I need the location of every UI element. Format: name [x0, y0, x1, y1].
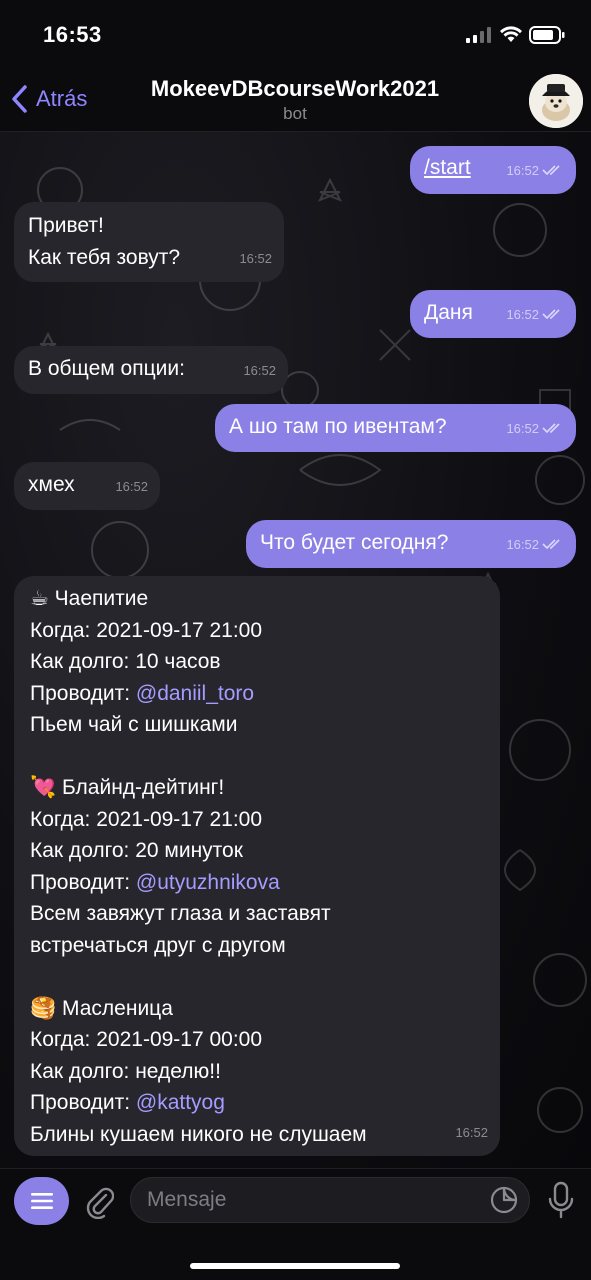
event-duration: Как долго: 10 часов	[30, 650, 221, 673]
event-duration: Как долго: неделю!!	[30, 1059, 221, 1083]
message-text: А шо там по ивентам?	[229, 415, 447, 438]
message-time: 16:52	[239, 250, 272, 266]
chat-header: Atrás MokeevDBcourseWork2021 bot	[0, 70, 591, 132]
chevron-left-icon	[12, 85, 27, 113]
paperclip-icon[interactable]	[84, 1183, 114, 1219]
back-label: Atrás	[36, 86, 88, 111]
double-check-icon	[542, 423, 560, 434]
events-list: ☕ Чаепитие Когда: 2021-09-17 21:00 Как д…	[30, 583, 490, 1150]
event-host-label: Проводит:	[30, 870, 136, 894]
message-bubble-out[interactable]: Что будет сегодня? 16:52	[246, 520, 576, 568]
event-when: Когда: 2021-09-17 21:00	[30, 807, 263, 831]
pancakes-icon: 🥞	[30, 996, 57, 1020]
status-bar: 16:53	[0, 0, 591, 70]
message-time: 16:52	[506, 420, 539, 436]
host-mention-link[interactable]: @kattyog	[136, 1091, 225, 1114]
message-bubble-out[interactable]: А шо там по ивентам? 16:52	[215, 404, 576, 452]
event-title: Масленица	[62, 996, 173, 1020]
event-when: Когда: 2021-09-17 21:00	[30, 618, 263, 642]
message-input-field[interactable]	[130, 1177, 530, 1223]
message-time: 16:52	[506, 162, 539, 178]
event-host-line: Проводит: @daniil_toro	[30, 678, 490, 710]
message-text: В общем опции:	[28, 357, 185, 380]
message-meta: 16:52	[506, 413, 564, 445]
event-duration: Как долго: 20 минуток	[30, 839, 243, 862]
chat-title: MokeevDBcourseWork2021	[150, 76, 440, 101]
message-time: 16:52	[506, 306, 539, 322]
message-bubble-out[interactable]: /start 16:52	[410, 146, 576, 194]
home-indicator	[190, 1263, 400, 1269]
double-check-icon	[542, 309, 560, 320]
message-meta: 16:52	[115, 471, 148, 503]
chat-subtitle: bot	[283, 104, 307, 123]
back-button[interactable]: Atrás	[10, 82, 87, 116]
message-time: 16:52	[506, 536, 539, 552]
event-title-line: ☕ Чаепитие	[30, 583, 490, 615]
message-meta: 16:52	[506, 155, 564, 187]
event-host-label: Проводит:	[30, 1091, 136, 1114]
message-text: хмех	[28, 473, 75, 496]
events-message-bubble[interactable]: ☕ Чаепитие Когда: 2021-09-17 21:00 Как д…	[14, 576, 500, 1156]
event-title-line: 🥞 Масленица	[30, 993, 490, 1025]
event-when: Когда: 2021-09-17 00:00	[30, 1028, 263, 1051]
chat-title-area[interactable]: MokeevDBcourseWork2021 bot	[120, 76, 470, 124]
message-bubble-in[interactable]: хмех 16:52	[14, 462, 160, 510]
message-text: Что будет сегодня?	[260, 531, 449, 554]
menu-icon	[30, 1193, 53, 1209]
event-title: Блайнд-дейтинг!	[62, 776, 225, 799]
host-mention-link[interactable]: @utyuzhnikova	[136, 871, 280, 894]
message-meta: 16:52	[239, 243, 272, 275]
event-maslenitsa: 🥞 Масленица Когда: 2021-09-17 00:00 Как …	[30, 993, 490, 1151]
input-bar	[0, 1168, 591, 1280]
tea-cup-icon: ☕	[30, 587, 49, 610]
event-host-label: Проводит:	[30, 681, 136, 705]
event-blind-dating: 💘 Блайнд-дейтинг! Когда: 2021-09-17 21:0…	[30, 772, 490, 961]
message-bubble-in[interactable]: В общем опции: 16:52	[14, 346, 288, 394]
wifi-icon	[500, 26, 522, 42]
message-meta: 16:52	[455, 1117, 488, 1149]
event-chaepitie: ☕ Чаепитие Когда: 2021-09-17 21:00 Как д…	[30, 583, 490, 741]
message-bubble-in[interactable]: Привет! Как тебя зовут? 16:52	[14, 202, 284, 282]
sticker-icon[interactable]	[489, 1185, 519, 1215]
event-description: Всем завяжут глаза и заставят встречатьс…	[30, 902, 331, 957]
bot-avatar-icon	[529, 74, 583, 128]
event-host-line: Проводит: @utyuzhnikova	[30, 867, 490, 899]
double-check-icon	[542, 165, 560, 176]
event-title: Чаепитие	[54, 587, 149, 610]
event-host-line: Проводит: @kattyog	[30, 1087, 490, 1119]
bot-command-link[interactable]: /start	[424, 152, 471, 184]
battery-icon	[529, 26, 565, 44]
event-description: Блины кушаем никого не слушаем	[30, 1122, 367, 1146]
host-mention-link[interactable]: @daniil_toro	[136, 682, 254, 705]
event-description: Пьем чай с шишками	[30, 713, 238, 736]
microphone-icon[interactable]	[548, 1181, 574, 1219]
message-meta: 16:52	[243, 355, 276, 387]
event-title-line: 💘 Блайнд-дейтинг!	[30, 772, 490, 804]
message-text: Даня	[424, 301, 473, 324]
message-input[interactable]	[147, 1178, 477, 1222]
message-text: Привет! Как тебя зовут?	[28, 214, 181, 269]
message-time: 16:52	[243, 362, 276, 378]
heart-arrow-icon: 💘	[30, 776, 57, 799]
double-check-icon	[542, 539, 560, 550]
status-time: 16:53	[43, 22, 102, 47]
message-time: 16:52	[115, 478, 148, 494]
message-bubble-out[interactable]: Даня 16:52	[410, 290, 576, 338]
message-meta: 16:52	[506, 299, 564, 331]
bot-menu-button[interactable]	[14, 1177, 69, 1225]
message-time: 16:52	[455, 1124, 488, 1140]
avatar[interactable]	[529, 74, 583, 128]
message-meta: 16:52	[506, 529, 564, 561]
cellular-signal-icon	[466, 27, 491, 43]
